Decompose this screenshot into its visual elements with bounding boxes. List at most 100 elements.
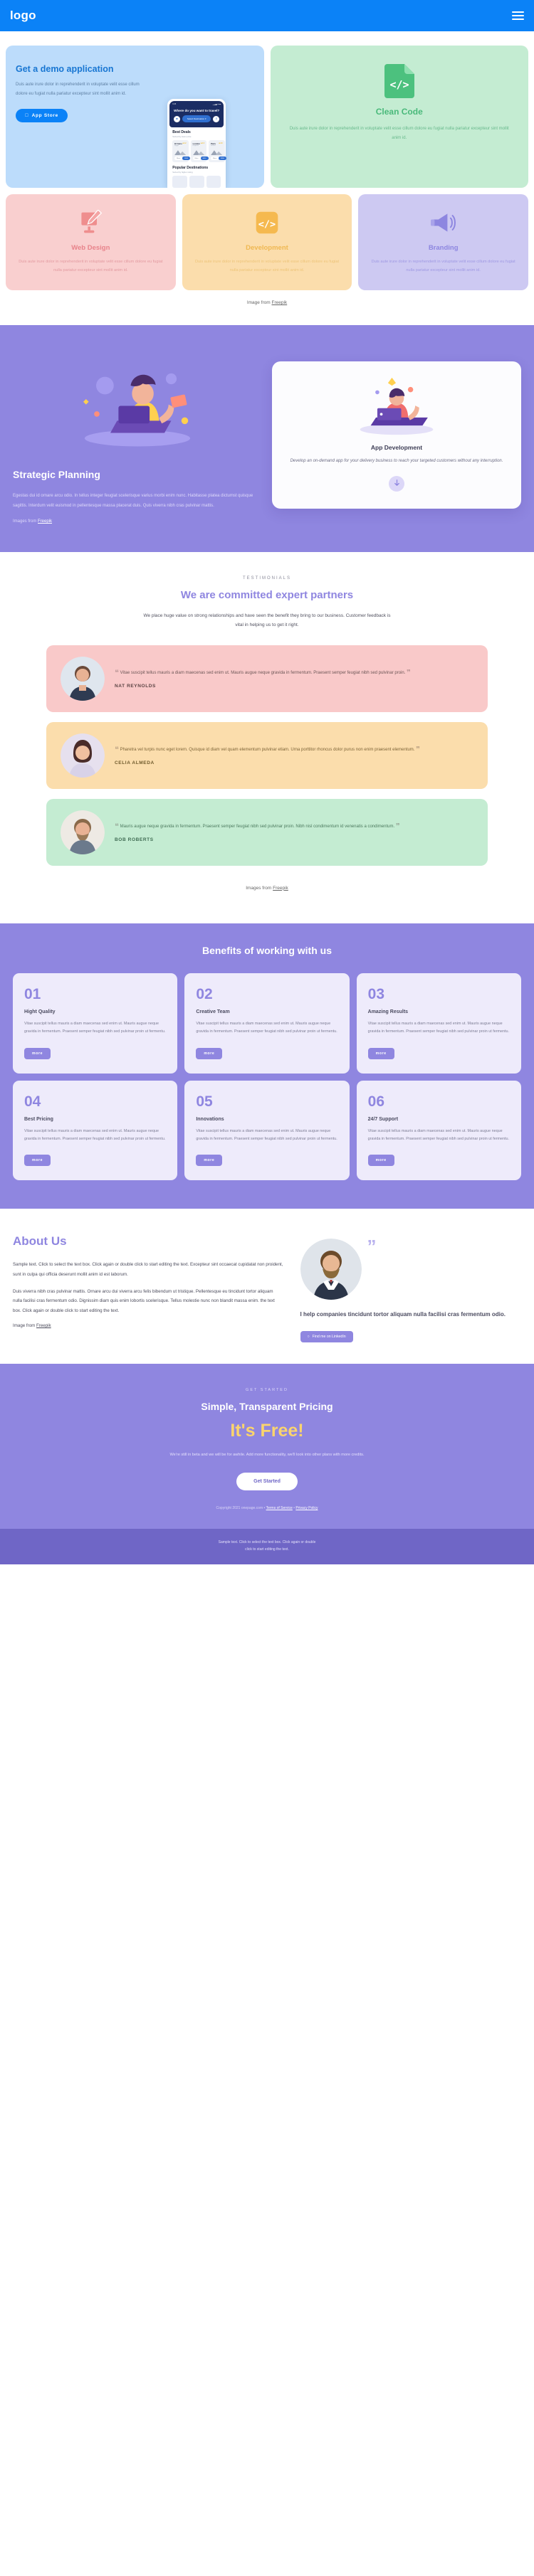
quote-open-icon: ❝ bbox=[115, 668, 119, 677]
credit-link[interactable]: Freepik bbox=[273, 886, 288, 891]
quote-close-icon: ❞ bbox=[395, 822, 400, 831]
strategic-title: Strategic Planning bbox=[13, 469, 100, 481]
destination-select[interactable]: Select Destination ▾ bbox=[182, 115, 211, 122]
benefits-section: Benefits of working with us 01 Hight Qua… bbox=[0, 923, 534, 1209]
benefit-title: Creative Team bbox=[196, 1009, 230, 1014]
phone-mockup-wrapper: 9:45 ▁▂▄ ● ▬ Where do you want to travel… bbox=[140, 58, 254, 188]
credit-link[interactable]: Freepik bbox=[272, 300, 288, 305]
testimonials-credit: Images from Freepik bbox=[0, 876, 534, 906]
deal-more-button[interactable]: More bbox=[192, 157, 201, 160]
linkedin-button[interactable]: ○ Find me on LinkedIn bbox=[300, 1331, 353, 1343]
quote-mark: ” bbox=[367, 1236, 377, 1258]
destination-select-label: Select Destination bbox=[187, 117, 205, 120]
testimonial-card: ❝ Mauris augue neque gravida in fermentu… bbox=[46, 798, 488, 866]
phone-time: 9:45 bbox=[172, 103, 177, 105]
clean-code-title: Clean Code bbox=[375, 107, 423, 117]
demo-card-text: Get a demo application Duis aute irure d… bbox=[16, 58, 140, 188]
popular-destinations-block: Popular Destinations Sorted by higher ra… bbox=[172, 162, 221, 188]
benefit-card: 04 Best Pricing Vitae suscipit tellus ma… bbox=[13, 1080, 178, 1181]
phone-question: Where do you want to travel? bbox=[174, 109, 220, 112]
about-photo-row: ” bbox=[300, 1236, 522, 1300]
hamburger-menu-icon[interactable] bbox=[512, 11, 524, 20]
quote-open-icon: ❝ bbox=[115, 745, 119, 754]
service-card-paragraph: Duis aute irure dolor in reprehenderit i… bbox=[371, 260, 515, 272]
avatar bbox=[300, 1239, 362, 1300]
benefit-more-button[interactable]: more bbox=[196, 1155, 223, 1167]
service-card-title: Branding bbox=[428, 244, 459, 252]
terms-link[interactable]: Terms of Service bbox=[266, 1506, 293, 1510]
deal-card[interactable]: El Cairo Egypt ★4.2 More $360 bbox=[172, 140, 191, 162]
popular-destinations-sort[interactable]: Sorted by higher rating bbox=[172, 171, 221, 174]
testimonials-subtitle: We place huge value on strong relationsh… bbox=[143, 613, 391, 627]
testimonial-card: ❝ Pharetra vel turpis nunc eget lorem. Q… bbox=[46, 721, 488, 789]
about-credit: Image from Freepik bbox=[13, 1323, 283, 1328]
testimonials-eyebrow: TESTIMONIALS bbox=[242, 576, 291, 581]
paint-brush-icon bbox=[17, 208, 164, 237]
service-card-development[interactable]: </> Development Duis aute irure dolor in… bbox=[182, 194, 352, 291]
avatar bbox=[61, 733, 105, 778]
benefit-more-button[interactable]: more bbox=[196, 1047, 223, 1059]
deal-price: $330 bbox=[200, 157, 209, 160]
site-logo[interactable]: logo bbox=[10, 9, 36, 23]
deal-country: England bbox=[192, 145, 199, 147]
deal-card[interactable]: London England ★4.6 More $330 bbox=[190, 140, 209, 162]
benefit-number: 01 bbox=[24, 985, 41, 1002]
about-paragraph-2: Duis viverra nibh cras pulvinar mattis. … bbox=[13, 1288, 275, 1313]
search-icon[interactable]: ⚲ bbox=[213, 115, 220, 122]
avatar bbox=[61, 656, 105, 701]
popular-card[interactable] bbox=[189, 176, 204, 188]
copyright-text: Copyright 2021 onepage.com • bbox=[216, 1505, 266, 1510]
phone-header: 9:45 ▁▂▄ ● ▬ Where do you want to travel… bbox=[169, 101, 224, 127]
service-card-web-design[interactable]: Web Design Duis aute irure dolor in repr… bbox=[6, 194, 176, 291]
avatar bbox=[61, 810, 105, 854]
benefit-text: Vitae suscipit tellus mauris a diam maec… bbox=[196, 1021, 337, 1034]
service-card-branding[interactable]: Branding Duis aute irure dolor in repreh… bbox=[358, 194, 528, 291]
benefit-more-button[interactable]: more bbox=[367, 1155, 394, 1167]
service-card-paragraph: Duis aute irure dolor in reprehenderit i… bbox=[19, 260, 163, 272]
benefit-text: Vitae suscipit tellus mauris a diam maec… bbox=[367, 1021, 510, 1034]
deal-more-button[interactable]: More bbox=[174, 157, 183, 160]
testimonials-section: TESTIMONIALS We are committed expert par… bbox=[0, 551, 534, 913]
credit-prefix: Images from bbox=[13, 519, 38, 524]
benefit-title: Hight Quality bbox=[24, 1009, 56, 1014]
deal-country: France bbox=[211, 145, 216, 147]
best-deals-sort[interactable]: Sorted by lower price bbox=[172, 135, 221, 138]
privacy-link[interactable]: Privacy Policy bbox=[295, 1506, 318, 1510]
credit-link[interactable]: Freepik bbox=[36, 1323, 51, 1328]
credit-prefix: Image from bbox=[246, 300, 272, 306]
calendar-icon[interactable]: ■ bbox=[173, 115, 180, 122]
mountain-icon bbox=[192, 147, 205, 155]
service-card-paragraph: Duis aute irure dolor in reprehenderit i… bbox=[194, 260, 340, 272]
service-card-title: Web Design bbox=[71, 244, 110, 252]
strategic-right-column: App Development Develop an on-demand app… bbox=[272, 346, 521, 523]
strategic-left-column: Strategic Planning Egestas dui id ornare… bbox=[13, 346, 262, 524]
quote-close-icon: ❞ bbox=[407, 668, 411, 677]
get-started-button[interactable]: Get Started bbox=[236, 1472, 298, 1490]
about-section: About Us Sample text. Click to select th… bbox=[0, 1209, 534, 1364]
clean-code-paragraph: Duis aute irure dolor in reprehenderit i… bbox=[289, 127, 509, 140]
benefit-more-button[interactable]: more bbox=[24, 1047, 51, 1059]
benefit-title: Innovations bbox=[196, 1116, 224, 1122]
popular-card[interactable] bbox=[172, 176, 187, 188]
benefit-text: Vitae suscipit tellus mauris a diam maec… bbox=[24, 1128, 166, 1141]
benefit-more-button[interactable]: more bbox=[367, 1047, 394, 1059]
deal-card[interactable]: Paris France ★4.8 More $390 bbox=[209, 140, 226, 162]
testimonial-author: NAT REYNOLDS bbox=[115, 684, 156, 689]
app-store-button[interactable]:  App Store bbox=[16, 109, 68, 123]
benefit-number: 02 bbox=[196, 985, 213, 1002]
popular-destinations-title: Popular Destinations bbox=[172, 166, 209, 170]
strategic-credit: Images from Freepik bbox=[13, 519, 262, 524]
testimonial-quote: ❝ Pharetra vel turpis nunc eget lorem. Q… bbox=[115, 745, 421, 754]
pricing-paragraph: We're still in beta and we will be for a… bbox=[169, 1453, 365, 1458]
credit-link[interactable]: Freepik bbox=[38, 519, 52, 524]
popular-card[interactable] bbox=[206, 176, 221, 188]
bottom-note-line-1: Sample text. Click to select the text bo… bbox=[218, 1539, 316, 1544]
testimonials-title: We are committed expert partners bbox=[180, 588, 354, 601]
code-icon: </> bbox=[194, 208, 341, 237]
mountain-icon bbox=[174, 147, 187, 155]
phone-signal-icons: ▁▂▄ ● ▬ bbox=[212, 103, 221, 105]
benefit-more-button[interactable]: more bbox=[24, 1155, 51, 1167]
deal-more-button[interactable]: More bbox=[211, 157, 219, 160]
download-arrow-icon[interactable] bbox=[389, 475, 404, 492]
woman-laptop-illustration bbox=[13, 352, 262, 459]
